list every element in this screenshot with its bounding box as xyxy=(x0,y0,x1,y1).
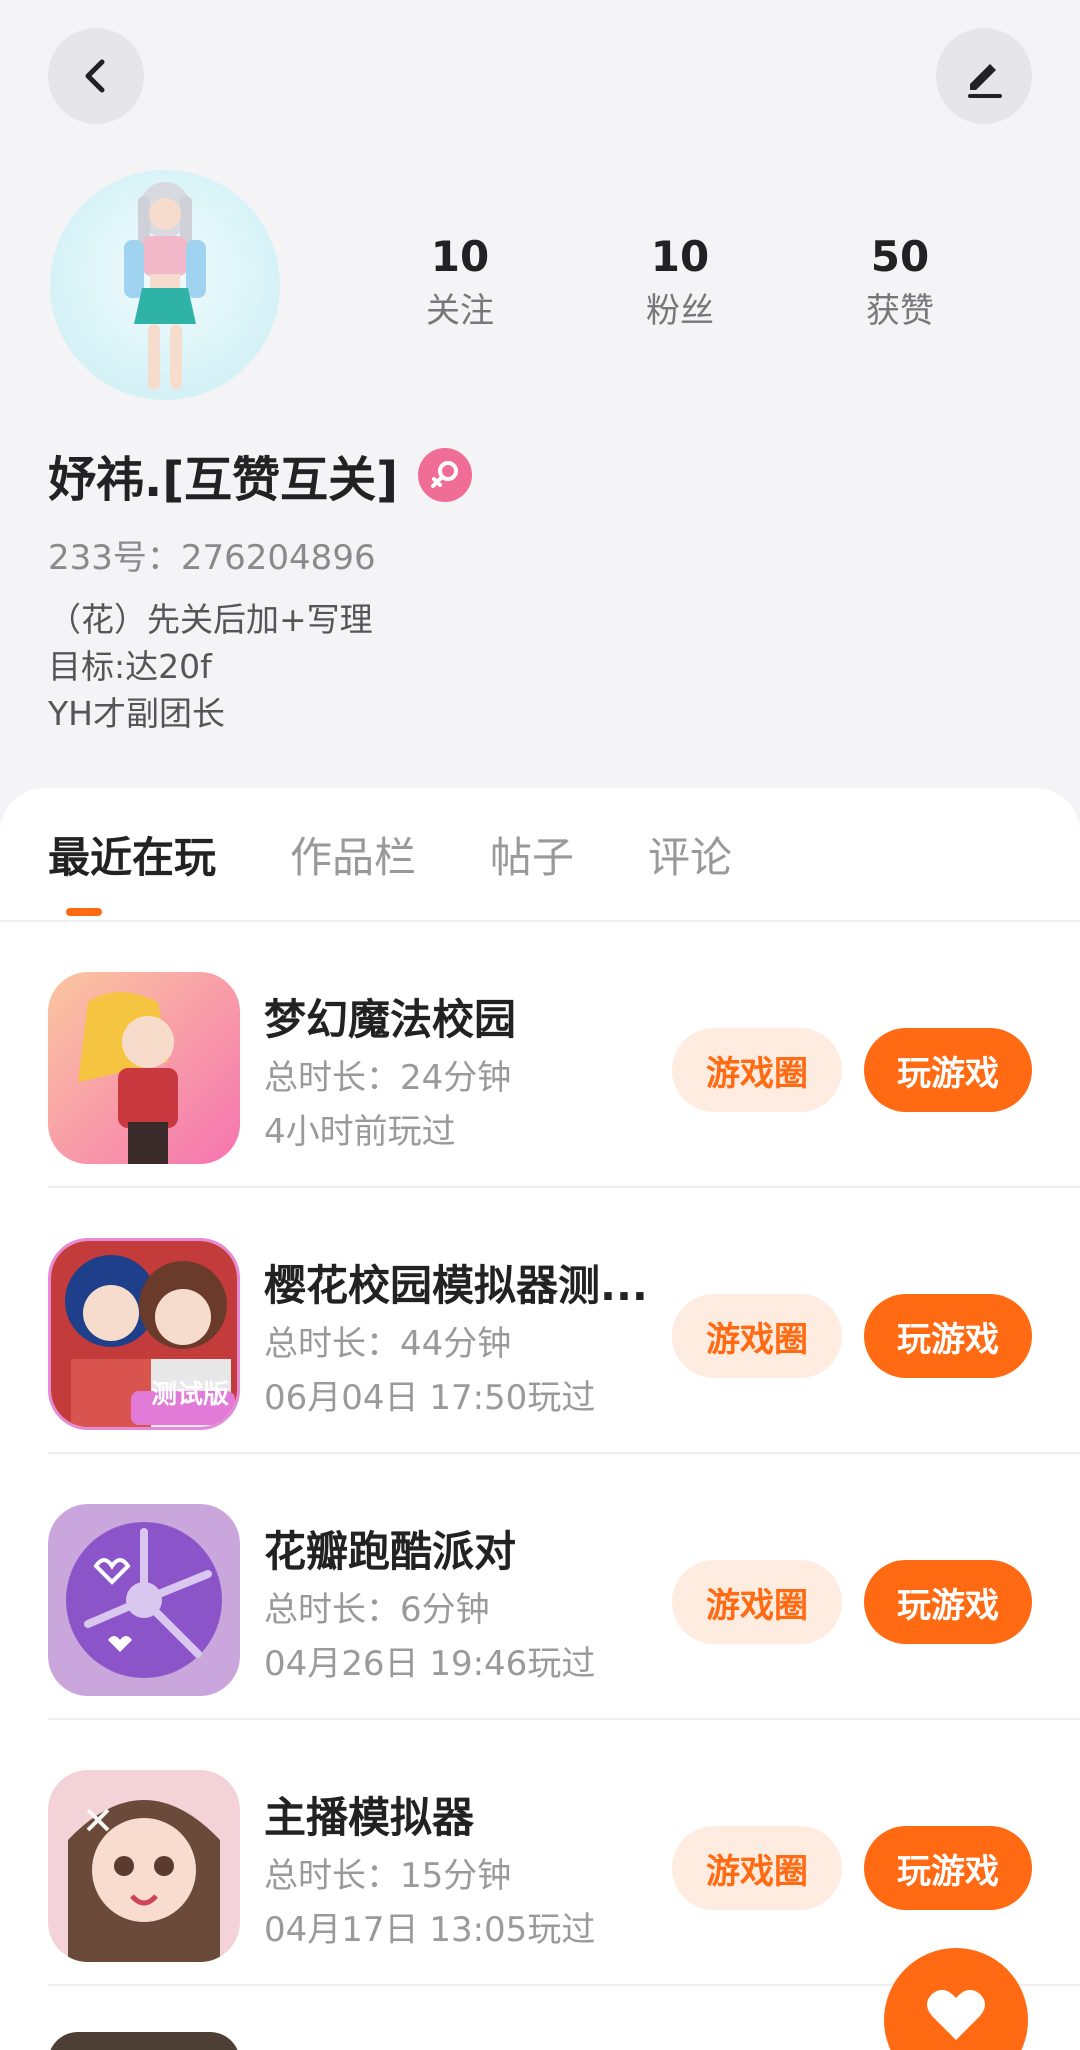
game-name: 主播模拟器 xyxy=(264,1793,475,1842)
avatar-character-illustration xyxy=(124,182,206,390)
stat-value: 10 xyxy=(650,232,710,281)
game-duration: 总时长：15分钟 xyxy=(264,1856,512,1896)
bio-line: 目标:达20f xyxy=(48,647,212,686)
stat-fans[interactable]: 10 粉丝 xyxy=(570,228,790,336)
avatar[interactable] xyxy=(50,170,280,400)
pencil-icon xyxy=(968,64,1002,98)
game-circle-button[interactable]: 游戏圈 xyxy=(672,1826,842,1910)
stat-label: 获赞 xyxy=(866,291,934,331)
game-last-played: 04月26日 19:46玩过 xyxy=(264,1644,596,1684)
game-row[interactable]: 测试版 樱花校园模拟器测... 总时长：44分钟 06月04日 17:50玩过 … xyxy=(48,1188,1080,1454)
game-circle-button[interactable]: 游戏圈 xyxy=(672,1028,842,1112)
tab-recently-played[interactable]: 最近在玩 xyxy=(48,828,216,888)
back-button[interactable] xyxy=(48,28,144,124)
play-game-button[interactable]: 玩游戏 xyxy=(864,1294,1032,1378)
game-circle-button[interactable]: 游戏圈 xyxy=(672,1560,842,1644)
stat-likes[interactable]: 50 获赞 xyxy=(790,228,1010,336)
bio-line: （花）先关后加+写理 xyxy=(48,600,373,639)
active-tab-indicator xyxy=(66,908,102,916)
game-last-played: 4小时前玩过 xyxy=(264,1112,456,1152)
game-icon[interactable] xyxy=(48,1504,240,1696)
heart-icon xyxy=(927,1989,985,2040)
game-list: 梦幻魔法校园 总时长：24分钟 4小时前玩过 游戏圈 玩游戏 测试版 樱花校园模… xyxy=(0,922,1080,1986)
tab-comments[interactable]: 评论 xyxy=(648,828,732,888)
stat-label: 关注 xyxy=(426,291,494,331)
game-name: 花瓣跑酷派对 xyxy=(264,1527,517,1576)
game-duration: 总时长：24分钟 xyxy=(264,1058,512,1098)
bio-line: YH才副团长 xyxy=(48,694,225,733)
stat-label: 粉丝 xyxy=(646,291,714,331)
play-game-button[interactable]: 玩游戏 xyxy=(864,1826,1032,1910)
game-last-played: 06月04日 17:50玩过 xyxy=(264,1378,596,1418)
test-version-badge: 测试版 xyxy=(150,1380,229,1410)
profile-stats: 10 关注 10 粉丝 50 获赞 xyxy=(350,228,1010,336)
stat-following[interactable]: 10 关注 xyxy=(350,228,570,336)
game-circle-button[interactable]: 游戏圈 xyxy=(672,1294,842,1378)
female-icon xyxy=(418,448,473,502)
user-id: 233号：276204896 xyxy=(48,538,376,578)
game-duration: 总时长：6分钟 xyxy=(264,1590,490,1630)
tab-bar: 最近在玩 作品栏 帖子 评论 xyxy=(48,828,806,888)
tab-posts[interactable]: 帖子 xyxy=(490,828,574,888)
game-icon[interactable] xyxy=(48,972,240,1164)
name-row: 妤祎.[互赞互关] xyxy=(48,440,473,510)
stat-value: 10 xyxy=(430,232,490,281)
game-icon[interactable]: 测试版 xyxy=(48,1238,240,1430)
play-game-button[interactable]: 玩游戏 xyxy=(864,1028,1032,1112)
game-name: 樱花校园模拟器测... xyxy=(264,1261,648,1310)
game-row[interactable]: 花瓣跑酷派对 总时长：6分钟 04月26日 19:46玩过 游戏圈 玩游戏 xyxy=(48,1454,1080,1720)
play-game-button[interactable]: 玩游戏 xyxy=(864,1560,1032,1644)
profile-name: 妤祎.[互赞互关] xyxy=(48,452,399,508)
edit-profile-button[interactable] xyxy=(936,28,1032,124)
content-panel: 最近在玩 作品栏 帖子 评论 梦幻魔法校园 总时长：24分钟 4小时前玩过 游戏… xyxy=(0,788,1080,2050)
game-row[interactable]: 主播模拟器 总时长：15分钟 04月17日 13:05玩过 游戏圈 玩游戏 xyxy=(48,1720,1080,1986)
bio: （花）先关后加+写理 目标:达20f YH才副团长 xyxy=(48,596,373,737)
game-duration: 总时长：44分钟 xyxy=(264,1324,512,1364)
stat-value: 50 xyxy=(870,232,930,281)
tab-works[interactable]: 作品栏 xyxy=(290,828,416,888)
game-name: 梦幻魔法校园 xyxy=(264,995,517,1044)
game-row[interactable]: 梦幻魔法校园 总时长：24分钟 4小时前玩过 游戏圈 玩游戏 xyxy=(48,922,1080,1188)
chevron-left-icon xyxy=(85,59,105,93)
game-last-played: 04月17日 13:05玩过 xyxy=(264,1910,596,1950)
game-icon[interactable] xyxy=(48,2032,240,2050)
game-icon[interactable] xyxy=(48,1770,240,1962)
